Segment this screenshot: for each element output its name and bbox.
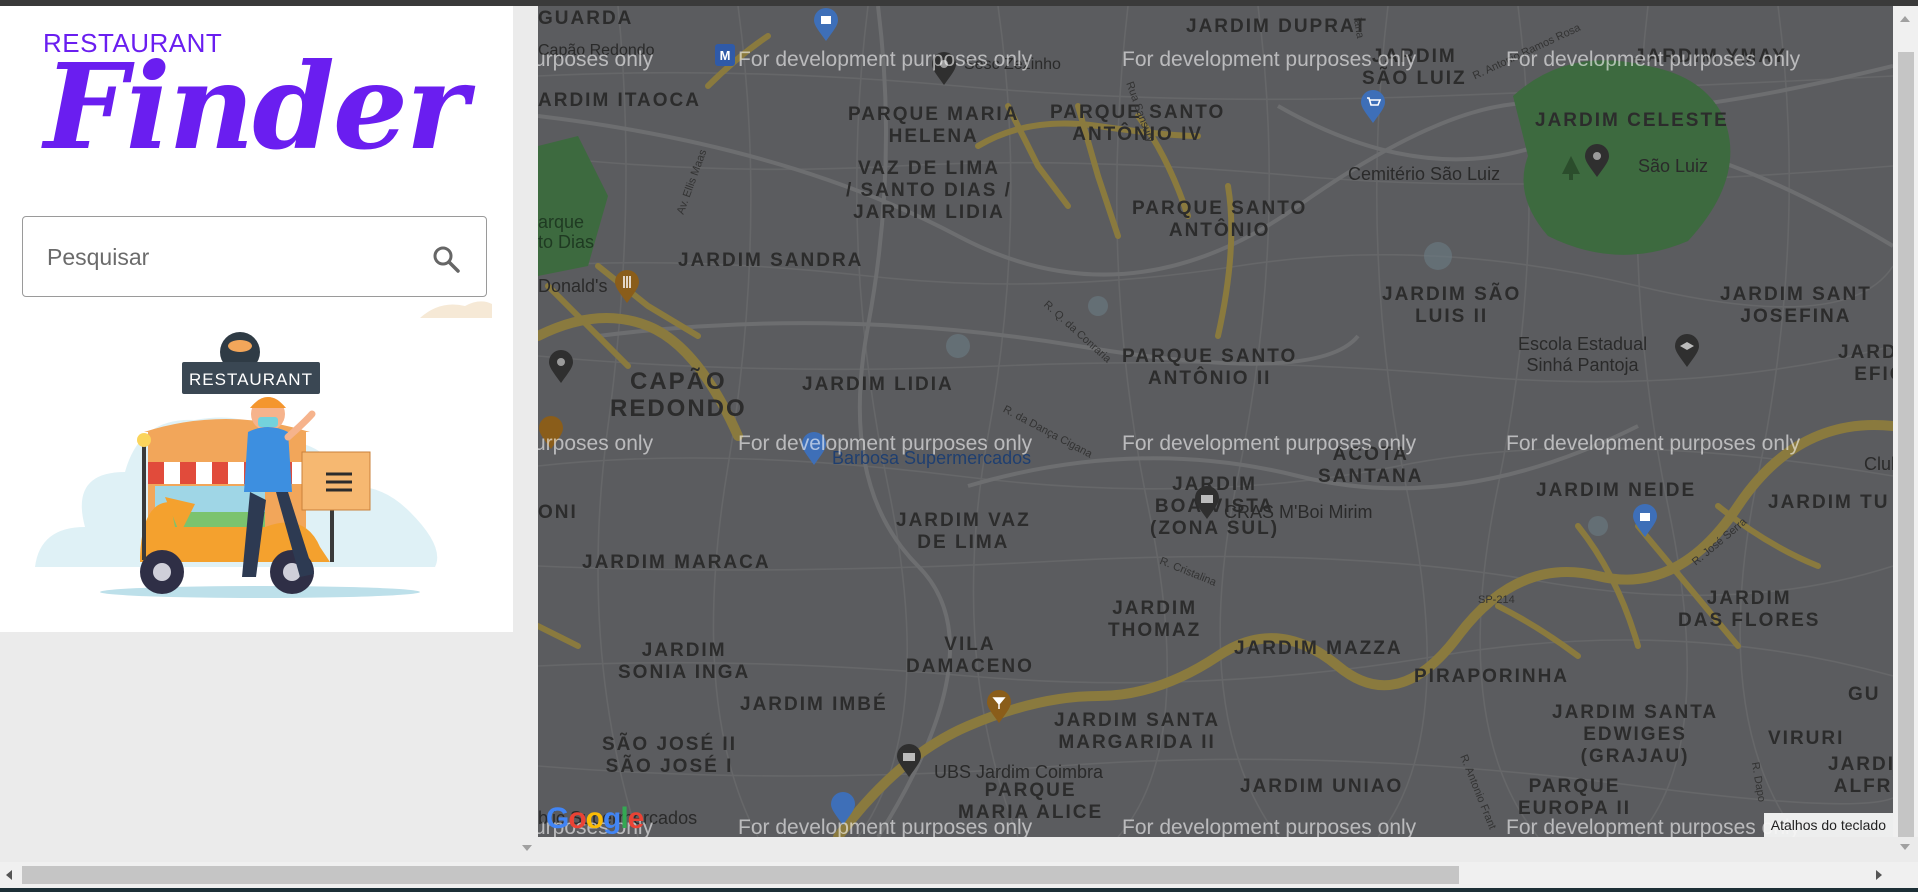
map-place-label: JARDIM DUPRAT (1186, 16, 1368, 37)
map-poi-label: Donald's (538, 276, 608, 296)
map-place-label: JARDIM LIDIA (802, 374, 954, 395)
map-place-label: CAPÃO REDONDO (610, 368, 747, 422)
map-poi-label: CRAS M'Boi Mirim (1224, 502, 1373, 522)
map-place-label: JARDIM TU (1768, 492, 1890, 513)
map-place-label: GU (1848, 684, 1881, 705)
map-place-label: JARDIM SÃO LUIS II (1382, 284, 1522, 327)
map-place-label: JARDIM MAZZA (1234, 638, 1403, 659)
google-logo-letter: g (603, 802, 621, 835)
illustration-sign-text: RESTAURANT (189, 370, 313, 389)
map-place-label: PARQUE MARIA HELENA (848, 104, 1020, 147)
map-place-label: PARQUE EUROPA II (1518, 776, 1632, 819)
shopping-bag-pin-icon[interactable] (1632, 504, 1658, 538)
search-box[interactable] (22, 216, 487, 297)
scroll-up-icon[interactable] (1900, 16, 1910, 22)
dev-watermark: For development purposes only (738, 432, 1033, 455)
map-place-label: JARDIM DAS FLORES (1678, 588, 1821, 631)
map-place-label: JARDIM SANTA EDWIGES (GRAJAU) (1552, 702, 1719, 767)
map-poi-label: Club (1864, 454, 1893, 474)
search-icon[interactable] (430, 243, 462, 275)
taskbar-edge (0, 888, 1918, 892)
map-place-label: JARDIM MARACA (582, 552, 771, 573)
map-place-label: JARDIM SANTA MARGARIDA II (1054, 710, 1221, 753)
dev-watermark: For development purposes only (1506, 816, 1801, 837)
map-place-label: JARDIM CELESTE (1535, 110, 1729, 131)
svg-text:M: M (720, 48, 731, 63)
map-place-label: ARDIM ITAOCA (538, 90, 701, 111)
scroll-right-icon[interactable] (1876, 870, 1882, 880)
map-place-label: PARQUE SANTO ANTÔNIO (1132, 198, 1308, 241)
map-place-label: JARDIM UNIAO (1240, 776, 1404, 797)
sidebar: RESTAURANT Finder RESTAURANT (0, 6, 513, 632)
map-poi-label: UBS Jardim Coimbra (934, 762, 1104, 782)
scroll-left-icon[interactable] (6, 870, 12, 880)
map-place-label: SÃO JOSÉ II SÃO JOSÉ I (602, 734, 737, 777)
map-place-label: VILA DAMACENO (906, 634, 1034, 677)
map-place-label: JARDIM IMBÉ (740, 694, 888, 715)
map-poi-label: Cemitério São Luiz (1348, 164, 1501, 184)
government-building-pin-icon[interactable] (1194, 486, 1220, 520)
dev-watermark: urposes only (538, 432, 654, 455)
map-place-label: VAZ DE LIMA / SANTO DIAS / JARDIM LIDIA (846, 158, 1012, 223)
dev-watermark: urposes only (538, 48, 654, 71)
shopping-bag-pin-icon[interactable] (813, 8, 839, 42)
map-place-label: JARDIM NEIDE (1536, 480, 1697, 501)
school-pin-icon[interactable] (1674, 334, 1700, 368)
food-box-icon (301, 451, 371, 511)
google-logo-letter: o (568, 802, 586, 835)
park-tree-icon[interactable] (1558, 154, 1584, 188)
restaurant-delivery-illustration: RESTAURANT (35, 332, 438, 598)
logo-finder-text: Finder (44, 37, 468, 176)
map-place-label: JARDIM SONIA INGA (618, 640, 751, 683)
restaurant-pin-icon[interactable] (614, 270, 640, 304)
scroll-down-icon[interactable] (1900, 844, 1910, 850)
map-vertical-scroll-thumb[interactable] (1898, 52, 1914, 837)
metro-station-icon[interactable]: M (715, 44, 735, 66)
dev-watermark: For development purposes only (1122, 48, 1417, 71)
map-place-label: GUARDA (538, 8, 634, 29)
dev-watermark: For development purposes only (1506, 48, 1801, 71)
map-place-label: JARDIM VAZ DE LIMA (896, 510, 1031, 553)
dev-watermark: For development purposes only (1122, 432, 1417, 455)
dev-watermark: For development purposes only (738, 816, 1033, 837)
map-poi-label: arque to Dias (538, 212, 595, 252)
map-place-label: PARQUE SANTO ANTÔNIO II (1122, 346, 1298, 389)
google-logo-letter: l (620, 802, 628, 835)
dev-watermark: For development purposes only (738, 48, 1033, 71)
map-place-label: JARDIM ALFRE (1828, 754, 1893, 797)
google-logo-letter: e (627, 802, 645, 835)
map-canvas[interactable]: GUARDA JARDIM DUPRAT JARDIM YMAY JARDIM … (538, 6, 1893, 837)
map-poi-label: São Luiz (1638, 156, 1709, 176)
shopping-cart-pin-icon[interactable] (1360, 90, 1386, 124)
map-place-label: JARDIM SANDRA (678, 250, 864, 271)
horizontal-scroll-thumb[interactable] (22, 866, 1459, 884)
decor-blob-icon (420, 301, 492, 318)
map-place-label: ONI (538, 502, 578, 523)
dev-watermark: For development purposes only (1506, 432, 1801, 455)
place-pin-icon[interactable] (548, 350, 574, 384)
map-place-label: JARDIM THOMAZ (1108, 598, 1202, 641)
map-place-label: PIRAPORINHA (1414, 666, 1570, 687)
sidebar-scrollbar[interactable] (513, 6, 538, 862)
map-place-label: JARDIM SANT JOSEFINA (1720, 284, 1872, 327)
google-logo-text: Google (546, 802, 645, 835)
google-logo[interactable]: Google (546, 802, 645, 836)
keyboard-shortcuts-link[interactable]: Atalhos do teclado (1763, 813, 1893, 837)
bar-pin-icon[interactable] (986, 690, 1012, 724)
sidebar-scroll-down-icon[interactable] (522, 845, 532, 851)
dev-watermark: For development purposes only (1122, 816, 1417, 837)
map-street-label: SP-214 (1478, 594, 1515, 606)
map-poi-label: Escola Estadual Sinhá Pantoja (1518, 334, 1648, 375)
hospital-pin-icon[interactable] (896, 744, 922, 778)
search-input[interactable] (45, 237, 409, 277)
map-place-label: VIRURI (1768, 728, 1845, 749)
google-logo-letter: G (546, 802, 569, 835)
google-logo-letter: o (585, 802, 604, 835)
map-place-label: JARDIM EFIG (1838, 342, 1893, 385)
place-pin-icon[interactable] (1584, 144, 1610, 178)
